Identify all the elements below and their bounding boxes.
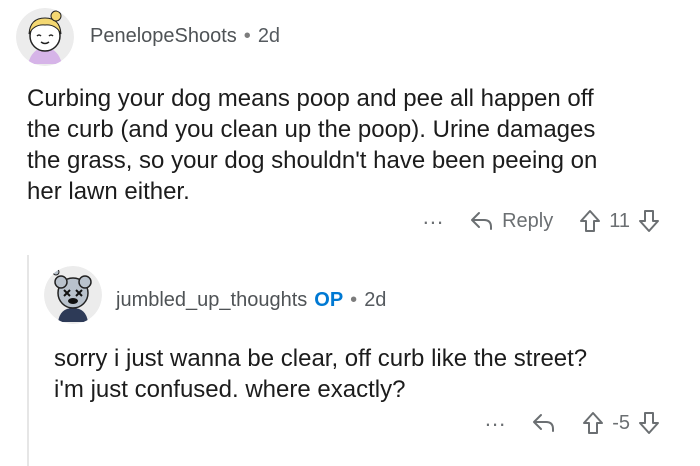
- more-options-button[interactable]: ...: [423, 204, 444, 230]
- comment-age: 2d: [364, 289, 387, 311]
- comment-age: 2d: [257, 25, 281, 47]
- comment-line: the grass, so your dog shouldn't have be…: [27, 147, 598, 174]
- comment-meta: PenelopeShoots • 2d: [90, 25, 280, 48]
- op-badge: OP: [314, 289, 344, 311]
- username[interactable]: PenelopeShoots: [90, 25, 237, 48]
- comment-line: Curbing your dog means poop and pee all …: [27, 85, 594, 112]
- upvote-icon[interactable]: [582, 411, 604, 435]
- comment-line: i'm just confused. where exactly?: [54, 376, 406, 403]
- comment-meta: jumbled_up_thoughts OP • 2d: [116, 289, 386, 312]
- comment-line: her lawn either.: [27, 178, 190, 205]
- reply-button[interactable]: Reply: [470, 210, 553, 233]
- avatar[interactable]: [16, 8, 74, 66]
- reply-arrow-icon: [471, 212, 493, 230]
- vote-score: 11: [609, 209, 630, 232]
- vote-score: -5: [612, 411, 630, 434]
- vote-controls: 11: [579, 209, 660, 233]
- comment-body: sorry i just wanna be clear, off curb li…: [54, 343, 587, 405]
- reply-button[interactable]: [532, 412, 556, 434]
- reply-label: Reply: [502, 209, 554, 232]
- vote-controls: -5: [582, 411, 660, 435]
- comment-actions: ... -5: [485, 406, 660, 436]
- comment-line: sorry i just wanna be clear, off curb li…: [54, 345, 588, 372]
- more-options-button[interactable]: ...: [485, 406, 506, 432]
- avatar[interactable]: [44, 266, 102, 324]
- snoo-avatar-icon: [16, 8, 74, 66]
- comment-actions: ... Reply 11: [423, 204, 660, 234]
- thread-line[interactable]: [27, 255, 29, 466]
- upvote-icon[interactable]: [579, 209, 601, 233]
- username[interactable]: jumbled_up_thoughts: [116, 289, 307, 312]
- downvote-icon[interactable]: [638, 411, 660, 435]
- meta-separator: •: [243, 25, 251, 47]
- downvote-icon[interactable]: [638, 209, 660, 233]
- comment-line: the curb (and you clean up the poop). Ur…: [27, 116, 596, 143]
- meta-separator: •: [350, 289, 358, 311]
- reply-arrow-icon: [533, 414, 555, 432]
- snoo-avatar-icon: [44, 266, 102, 324]
- comment-body: Curbing your dog means poop and pee all …: [27, 83, 597, 207]
